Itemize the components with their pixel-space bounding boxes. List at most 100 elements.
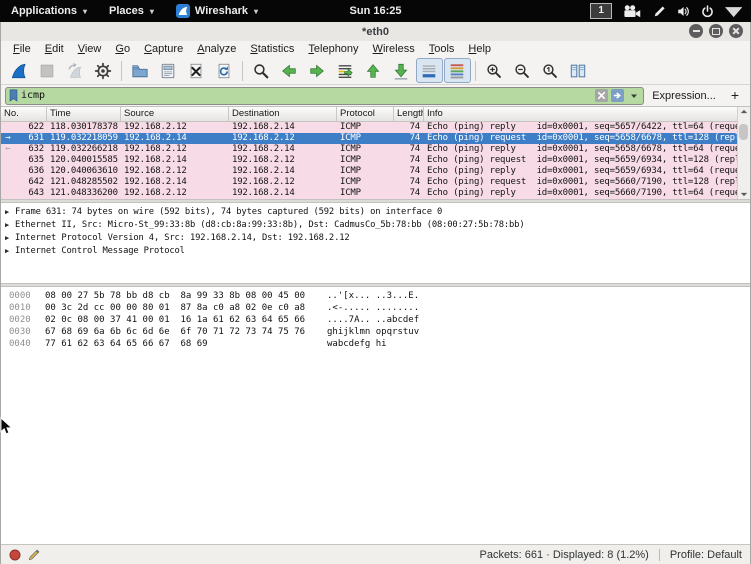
profile-label[interactable]: Profile: Default — [670, 549, 742, 561]
packet-row-622[interactable]: 622 118.030178378 192.168.2.12 192.168.2.14… — [1, 122, 750, 133]
detail-line[interactable]: ▶ Internet Control Message Protocol — [1, 244, 750, 257]
open-file-button[interactable] — [127, 58, 154, 83]
close-file-button[interactable] — [183, 58, 210, 83]
hex-line[interactable]: 0020 02 0c 08 00 37 41 00 01 16 1a 61 62 … — [1, 314, 750, 326]
menu-help[interactable]: Help — [461, 43, 498, 55]
capture-comment-icon[interactable] — [28, 549, 40, 561]
camcorder-icon[interactable] — [623, 4, 642, 18]
expand-arrow-icon[interactable]: ▶ — [5, 221, 15, 229]
hex-line[interactable]: 0040 77 61 62 63 64 65 66 67 68 69 wabcdef… — [1, 338, 750, 350]
topbar-menu-applications[interactable]: Applications ▾ — [0, 0, 98, 22]
minimize-button[interactable] — [689, 24, 703, 38]
menu-edit[interactable]: Edit — [38, 43, 71, 55]
hex-line[interactable]: 0030 67 68 69 6a 6b 6c 6d 6e 6f 70 71 72 … — [1, 326, 750, 338]
detail-line[interactable]: ▶ Ethernet II, Src: Micro-St_99:33:8b (d8… — [1, 218, 750, 231]
stop-capture-button[interactable] — [34, 58, 61, 83]
packet-details-pane[interactable]: ▶ Frame 631: 74 bytes on wire (592 bits),… — [1, 203, 750, 283]
start-capture-button[interactable] — [6, 58, 33, 83]
topbar-menu-wireshark[interactable]: Wireshark ▾ — [165, 0, 269, 22]
detail-line[interactable]: ▶ Internet Protocol Version 4, Src: 192.1… — [1, 231, 750, 244]
filter-input[interactable] — [21, 90, 593, 101]
filter-clear-button[interactable] — [595, 89, 609, 102]
expand-arrow-icon[interactable]: ▶ — [5, 247, 15, 255]
cell-source: 192.168.2.12 — [124, 144, 187, 154]
zoom-out-button[interactable] — [509, 58, 536, 83]
colorize-packets-button[interactable] — [443, 58, 471, 83]
reload-file-icon — [215, 62, 233, 80]
expand-arrow-icon[interactable]: ▶ — [5, 208, 15, 216]
menu-capture[interactable]: Capture — [137, 43, 190, 55]
save-file-button[interactable] — [155, 58, 182, 83]
column-header-time[interactable]: Time — [47, 107, 121, 121]
menu-wireless[interactable]: Wireless — [366, 43, 422, 55]
auto-scroll-button[interactable] — [415, 58, 443, 83]
menu-view[interactable]: View — [71, 43, 109, 55]
hex-offset: 0040 — [9, 339, 31, 349]
packet-row-643[interactable]: 643 121.048336200 192.168.2.12 192.168.2.14… — [1, 188, 750, 199]
packet-row-642[interactable]: 642 121.048285502 192.168.2.14 192.168.2.12… — [1, 177, 750, 188]
packet-list-body: 622 118.030178378 192.168.2.12 192.168.2.14… — [1, 122, 750, 199]
detail-line[interactable]: ▶ Frame 631: 74 bytes on wire (592 bits),… — [1, 205, 750, 218]
resize-columns-button[interactable] — [565, 58, 592, 83]
maximize-icon — [712, 27, 720, 35]
scroll-down-icon[interactable] — [740, 192, 748, 197]
expression-button[interactable]: Expression... — [649, 90, 719, 102]
volume-icon[interactable] — [677, 5, 690, 18]
title-bar[interactable]: *eth0 — [1, 22, 750, 41]
reload-file-button[interactable] — [211, 58, 238, 83]
clock[interactable]: Sun 16:25 — [350, 5, 402, 17]
column-header-no[interactable]: No. — [1, 107, 47, 121]
packet-row-632[interactable]: ← 632 119.032266218 192.168.2.12 192.168.2.1… — [1, 144, 750, 155]
filter-apply-button[interactable] — [611, 89, 625, 102]
hex-line[interactable]: 0010 00 3c 2d cc 00 00 80 01 87 8a c0 a8 … — [1, 302, 750, 314]
go-first-packet-button[interactable] — [360, 58, 387, 83]
close-button[interactable] — [729, 24, 743, 38]
expert-info-icon[interactable] — [9, 549, 21, 561]
scroll-up-icon[interactable] — [740, 109, 748, 114]
packet-row-635[interactable]: 635 120.040015585 192.168.2.14 192.168.2.12… — [1, 155, 750, 166]
menu-tools[interactable]: Tools — [422, 43, 462, 55]
go-previous-packet-button[interactable] — [276, 58, 303, 83]
hex-dump-pane[interactable]: 0000 08 00 27 5b 78 bb d8 cb 8a 99 33 8b … — [1, 287, 750, 544]
filter-add-button[interactable]: + — [724, 87, 746, 105]
filter-dropdown-caret-icon[interactable] — [627, 89, 640, 102]
restart-capture-button[interactable] — [62, 58, 89, 83]
column-header-src[interactable]: Source — [121, 107, 229, 121]
expand-arrow-icon[interactable]: ▶ — [5, 234, 15, 242]
menu-telephony[interactable]: Telephony — [301, 43, 365, 55]
menu-file[interactable]: File — [6, 43, 38, 55]
menu-analyze[interactable]: Analyze — [190, 43, 243, 55]
go-next-packet-button[interactable] — [304, 58, 331, 83]
menu-go[interactable]: Go — [108, 43, 137, 55]
hex-bytes: 02 0c 08 00 37 41 00 01 16 1a 61 62 63 6… — [45, 315, 306, 325]
packet-row-631[interactable]: → 631 119.032218059 192.168.2.14 192.168.2.1… — [1, 133, 750, 144]
display-filter-field[interactable] — [5, 86, 645, 105]
packet-row-636[interactable]: 636 120.040063610 192.168.2.12 192.168.2.14… — [1, 166, 750, 177]
scrollbar-thumb[interactable] — [739, 124, 748, 140]
open-file-icon — [131, 62, 149, 80]
topbar-right-icons — [623, 4, 742, 18]
find-packet-button[interactable] — [248, 58, 275, 83]
caret-down-white-icon[interactable] — [724, 5, 742, 18]
packet-list-scrollbar[interactable] — [737, 107, 750, 199]
workspace-indicator[interactable]: 1 — [590, 3, 613, 19]
go-to-packet-button[interactable] — [332, 58, 359, 83]
cell-source: 192.168.2.12 — [124, 166, 187, 176]
zoom-original-button[interactable] — [537, 58, 564, 83]
column-header-len[interactable]: Length — [394, 107, 424, 121]
power-icon[interactable] — [701, 4, 714, 18]
go-last-packet-button[interactable] — [388, 58, 415, 83]
menu-statistics[interactable]: Statistics — [243, 43, 301, 55]
column-header-info[interactable]: Info — [424, 107, 750, 121]
column-header-dst[interactable]: Destination — [229, 107, 337, 121]
pen-icon[interactable] — [653, 5, 666, 18]
topbar-menu-places[interactable]: Places ▾ — [98, 0, 165, 22]
toolbar-separator — [475, 60, 476, 81]
capture-options-button[interactable] — [90, 58, 117, 83]
hex-line[interactable]: 0000 08 00 27 5b 78 bb d8 cb 8a 99 33 8b … — [1, 290, 750, 302]
column-header-proto[interactable]: Protocol — [337, 107, 394, 121]
maximize-button[interactable] — [709, 24, 723, 38]
zoom-in-button[interactable] — [481, 58, 508, 83]
restart-capture-icon — [66, 62, 84, 80]
filter-bookmark-icon[interactable] — [9, 89, 18, 102]
